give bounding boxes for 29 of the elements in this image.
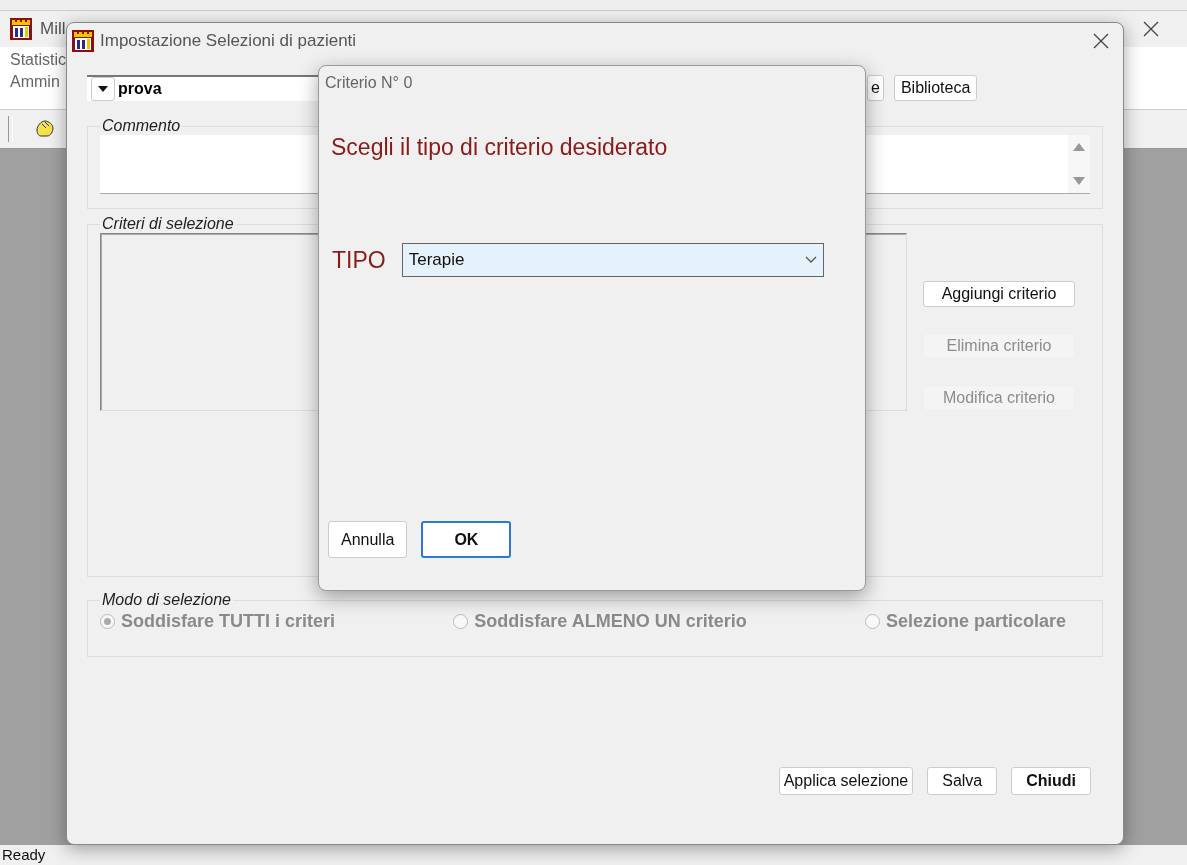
combo-value: prova [117, 80, 162, 98]
chevron-down-icon[interactable] [804, 256, 817, 264]
dialog-button[interactable]: Salva [927, 767, 998, 795]
castle-icon [10, 18, 32, 40]
toolbar-button[interactable]: e [867, 75, 884, 101]
field-label: TIPO [332, 246, 386, 274]
close-icon[interactable] [1093, 33, 1109, 49]
dialog-title: Impostazione Selezioni di pazienti [100, 31, 357, 51]
dialog-button[interactable]: Chiudi [1011, 767, 1091, 795]
castle-icon [72, 30, 94, 52]
dialog-button[interactable]: OK [421, 521, 512, 558]
group-label: Modo di selezione [101, 591, 232, 609]
dropdown-value: Terapie [408, 250, 465, 270]
window-title: Mill [40, 19, 66, 39]
scroll-up-icon[interactable] [1073, 143, 1085, 151]
group-label: Criteri di selezione [101, 215, 235, 233]
close-icon[interactable] [1143, 21, 1159, 37]
dialog-title: Criterio N° 0 [324, 73, 414, 93]
dialog-button[interactable]: Annulla [328, 521, 408, 558]
scroll-down-icon[interactable] [1073, 177, 1085, 185]
caret-icon[interactable] [98, 86, 108, 92]
dialog-heading: Scegli il tipo di criterio desiderato [331, 134, 669, 161]
criteria-button[interactable]: Aggiungi criterio [923, 281, 1075, 307]
scrollbar[interactable] [1068, 135, 1090, 193]
group-label: Commento [101, 117, 182, 135]
toolbar-button[interactable]: Biblioteca [893, 75, 978, 101]
type-dropdown[interactable]: Terapie [401, 243, 824, 277]
dialog-button[interactable]: Applica selezione [778, 767, 914, 795]
status-bar: Ready [0, 845, 1187, 865]
